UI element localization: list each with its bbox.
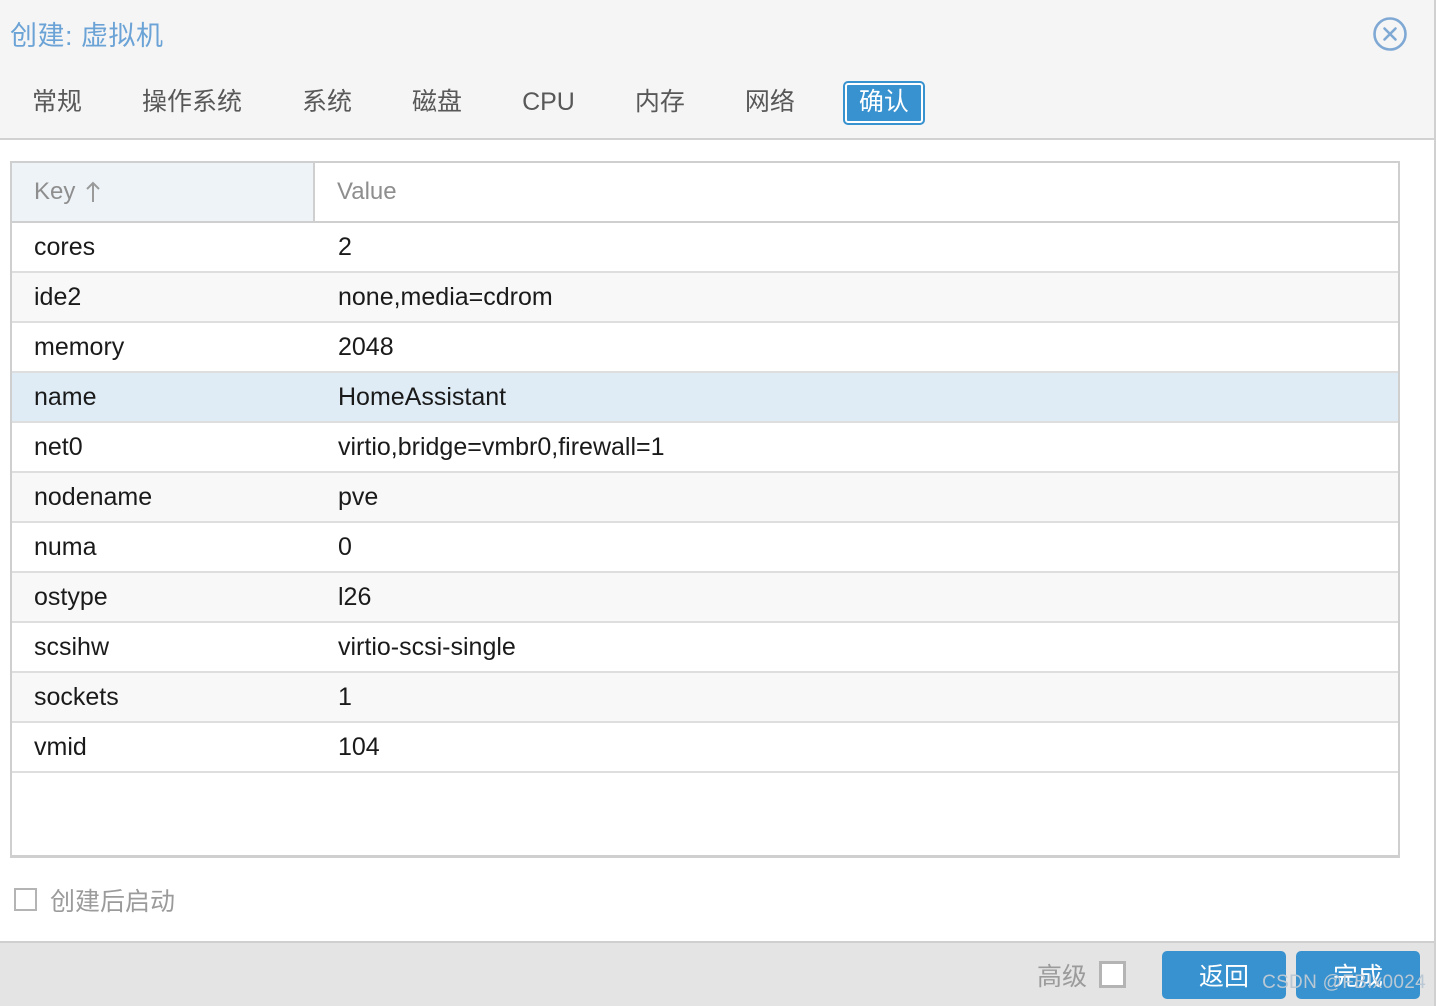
tab-memory[interactable]: 内存 xyxy=(625,83,695,123)
row-value: none,media=cdrom xyxy=(315,273,1398,321)
start-after-create-label: 创建后启动 xyxy=(50,882,175,918)
dialog-titlebar: 创建: 虚拟机 xyxy=(0,0,1434,68)
row-key: memory xyxy=(12,323,315,371)
table-row[interactable]: net0 virtio,bridge=vmbr0,firewall=1 xyxy=(12,423,1398,473)
table-row[interactable]: numa 0 xyxy=(12,523,1398,573)
column-header-value[interactable]: Value xyxy=(315,163,1398,221)
row-key: cores xyxy=(12,223,315,271)
table-row[interactable]: cores 2 xyxy=(12,223,1398,273)
create-vm-dialog: 创建: 虚拟机 常规 操作系统 系统 磁盘 CPU 内存 网络 确认 Key xyxy=(0,0,1436,1006)
table-row[interactable]: vmid 104 xyxy=(12,723,1398,773)
tab-disks[interactable]: 磁盘 xyxy=(402,83,472,123)
advanced-label: 高级 xyxy=(1037,957,1087,993)
row-key: scsihw xyxy=(12,623,315,671)
table-row[interactable]: memory 2048 xyxy=(12,323,1398,373)
tab-os[interactable]: 操作系统 xyxy=(132,83,252,123)
tab-bar: 常规 操作系统 系统 磁盘 CPU 内存 网络 确认 xyxy=(0,68,1434,140)
back-button[interactable]: 返回 xyxy=(1162,951,1286,999)
close-circle-icon[interactable] xyxy=(1372,16,1408,52)
table-row-selected[interactable]: name HomeAssistant xyxy=(12,373,1398,423)
column-header-value-label: Value xyxy=(337,178,397,206)
row-key: ide2 xyxy=(12,273,315,321)
arrow-up-icon xyxy=(85,180,101,204)
row-value: virtio,bridge=vmbr0,firewall=1 xyxy=(315,423,1398,471)
tab-cpu[interactable]: CPU xyxy=(512,83,585,123)
row-key: net0 xyxy=(12,423,315,471)
table-row[interactable]: scsihw virtio-scsi-single xyxy=(12,623,1398,673)
tab-network[interactable]: 网络 xyxy=(735,83,805,123)
start-after-create-row: 创建后启动 xyxy=(0,858,1434,941)
grid-header-row: Key Value xyxy=(12,163,1398,223)
table-row[interactable]: ide2 none,media=cdrom xyxy=(12,273,1398,323)
row-value: HomeAssistant xyxy=(315,373,1398,421)
dialog-title: 创建: 虚拟机 xyxy=(10,14,164,53)
dialog-footer: 高级 返回 完成 CSDN @FBIx0024 xyxy=(0,941,1434,1006)
tab-confirm[interactable]: 确认 xyxy=(845,83,923,123)
advanced-checkbox[interactable] xyxy=(1099,961,1126,988)
row-key: numa xyxy=(12,523,315,571)
row-key: sockets xyxy=(12,673,315,721)
column-header-key[interactable]: Key xyxy=(12,163,315,221)
row-value: 104 xyxy=(315,723,1398,771)
row-value: 1 xyxy=(315,673,1398,721)
table-row[interactable]: nodename pve xyxy=(12,473,1398,523)
summary-grid-container: Key Value cores 2 xyxy=(0,140,1434,858)
row-value: 2 xyxy=(315,223,1398,271)
grid-body: cores 2 ide2 none,media=cdrom memory 204… xyxy=(12,223,1398,855)
column-header-key-label: Key xyxy=(34,178,75,206)
row-value: 0 xyxy=(315,523,1398,571)
row-value: pve xyxy=(315,473,1398,521)
row-value: l26 xyxy=(315,573,1398,621)
row-key: name xyxy=(12,373,315,421)
row-key: nodename xyxy=(12,473,315,521)
row-value: 2048 xyxy=(315,323,1398,371)
row-key: vmid xyxy=(12,723,315,771)
table-row[interactable]: sockets 1 xyxy=(12,673,1398,723)
row-value: virtio-scsi-single xyxy=(315,623,1398,671)
row-key: ostype xyxy=(12,573,315,621)
table-row[interactable]: ostype l26 xyxy=(12,573,1398,623)
tab-system[interactable]: 系统 xyxy=(292,83,362,123)
summary-grid: Key Value cores 2 xyxy=(10,161,1400,858)
start-after-create-checkbox[interactable] xyxy=(14,888,37,911)
tab-general[interactable]: 常规 xyxy=(22,83,92,123)
finish-button[interactable]: 完成 xyxy=(1296,951,1420,999)
